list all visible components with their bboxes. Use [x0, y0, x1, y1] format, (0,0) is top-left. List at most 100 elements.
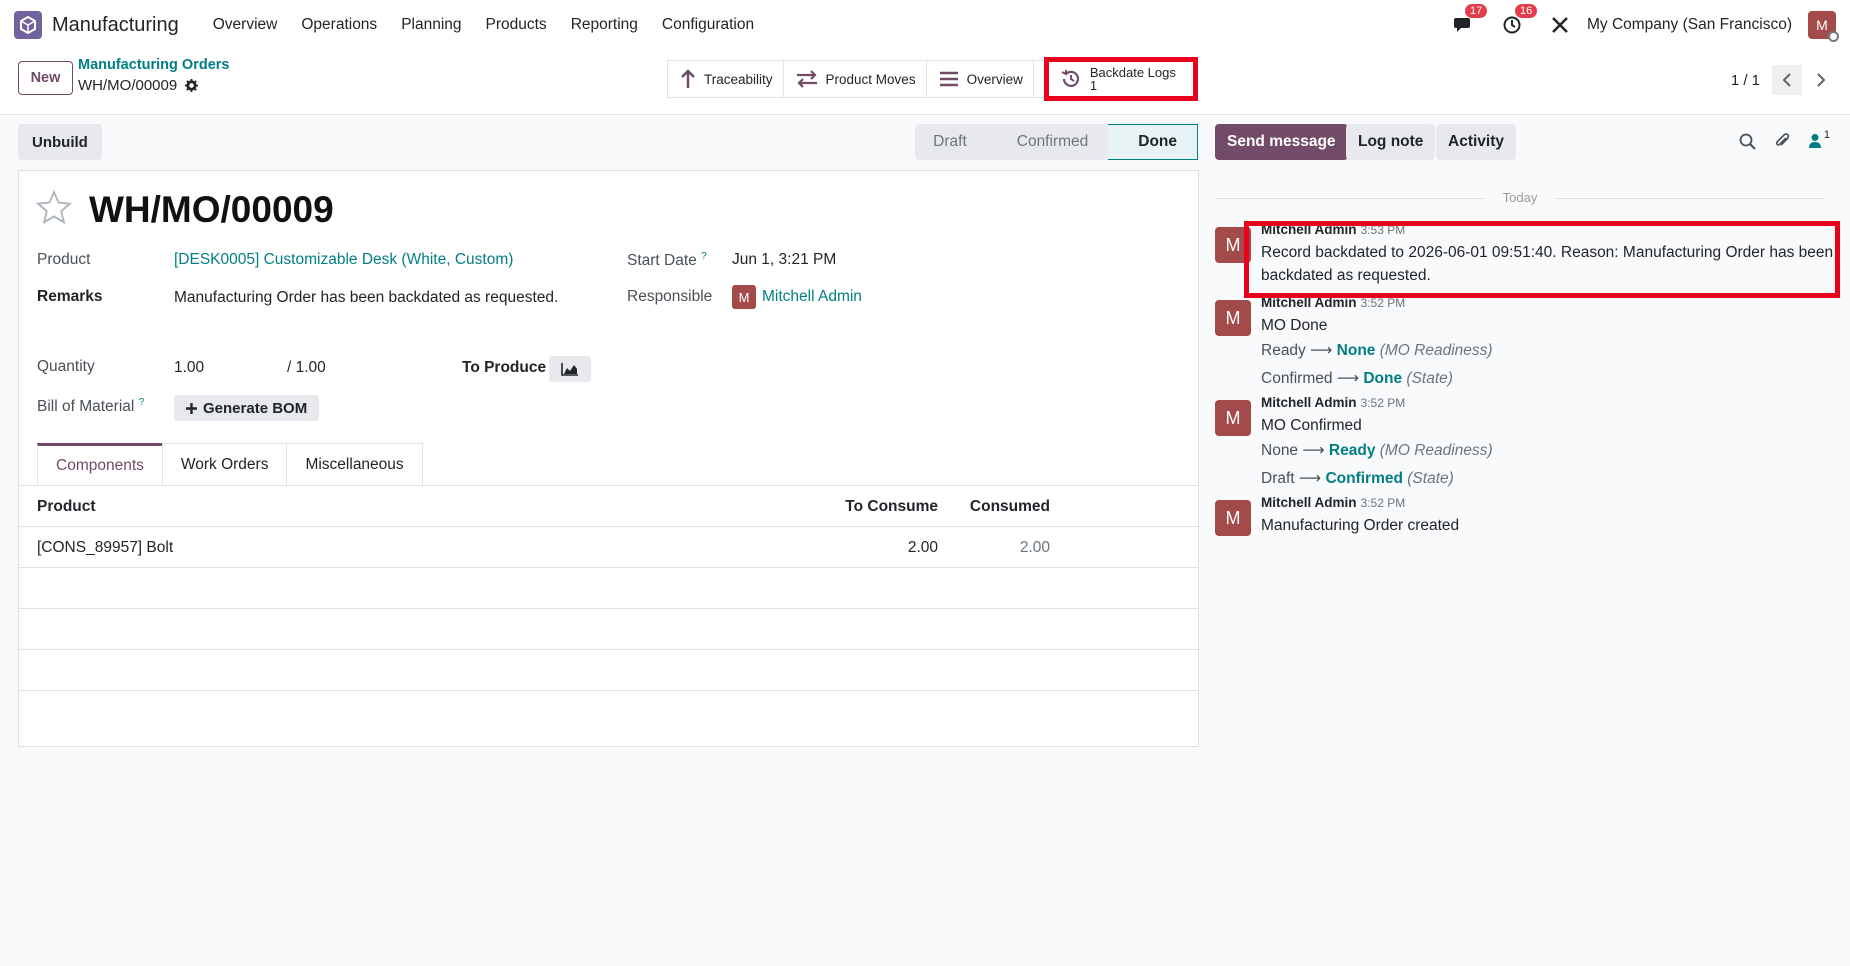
responsible-name[interactable]: Mitchell Admin — [762, 288, 862, 305]
message-time: 3:52 PM — [1360, 396, 1406, 410]
responsible-field[interactable]: M Mitchell Admin — [732, 285, 862, 309]
backdate-logs-label: Backdate Logs — [1089, 65, 1176, 80]
breadcrumb-current-record: WH/MO/00009 — [78, 77, 199, 94]
activities-badge: 16 — [1514, 4, 1538, 18]
message-text: MO Confirmed — [1261, 417, 1362, 434]
table-row-empty — [19, 609, 1198, 650]
menu-operations[interactable]: Operations — [301, 16, 377, 34]
debug-tools-icon[interactable] — [1551, 16, 1569, 34]
remarks-field[interactable]: Manufacturing Order has been backdated a… — [174, 289, 558, 307]
arrow-right-icon: ⟶ — [1302, 442, 1325, 459]
backdate-logs-button[interactable]: Backdate Logs 1 — [1043, 57, 1198, 101]
search-icon[interactable] — [1739, 133, 1756, 150]
pager-next-button[interactable] — [1806, 65, 1836, 95]
star-icon[interactable] — [35, 189, 73, 227]
plus-icon — [186, 402, 197, 414]
record-name: WH/MO/00009 — [78, 77, 178, 94]
overview-label: Overview — [966, 71, 1023, 87]
column-product[interactable]: Product — [37, 498, 96, 516]
breadcrumb-manufacturing-orders[interactable]: Manufacturing Orders — [78, 57, 229, 73]
form-sheet: WH/MO/00009 Product [DESK0005] Customiza… — [18, 170, 1199, 747]
author-avatar[interactable]: M — [1215, 400, 1251, 436]
column-consumed[interactable]: Consumed — [970, 498, 1050, 516]
menu-reporting[interactable]: Reporting — [571, 16, 638, 34]
tracking-field: (MO Readiness) — [1379, 342, 1493, 359]
row-product: [CONS_89957] Bolt — [37, 539, 174, 556]
message-time: 3:52 PM — [1360, 296, 1406, 310]
tracking-value: Draft ⟶ Confirmed (State) — [1261, 465, 1841, 493]
new-button[interactable]: New — [18, 61, 73, 95]
gear-icon[interactable] — [185, 79, 199, 92]
manufacturing-app-icon[interactable] — [14, 11, 42, 39]
menu-planning[interactable]: Planning — [401, 16, 461, 34]
clock-icon — [1503, 16, 1521, 34]
arrow-up-icon — [681, 69, 695, 88]
pager: 1 / 1 — [1731, 65, 1836, 95]
quantity-field[interactable]: 1.00 — [174, 359, 204, 377]
tracking-new-value: None — [1336, 342, 1376, 359]
quantity-total: / 1.00 — [287, 359, 326, 376]
paperclip-icon[interactable] — [1774, 132, 1790, 150]
author-name[interactable]: Mitchell Admin — [1261, 495, 1357, 510]
author-avatar[interactable]: M — [1215, 500, 1251, 536]
app-name[interactable]: Manufacturing — [52, 14, 179, 37]
messages-button[interactable]: 17 — [1453, 4, 1488, 34]
unbuild-button[interactable]: Unbuild — [18, 124, 102, 160]
stage-done[interactable]: Done — [1108, 124, 1198, 160]
user-avatar[interactable]: M — [1808, 11, 1839, 42]
arrow-right-icon: ⟶ — [1298, 470, 1322, 487]
generate-bom-button[interactable]: Generate BOM — [174, 395, 320, 421]
table-row[interactable]: [CONS_89957] Bolt 2.00 2.00 — [19, 527, 1198, 568]
tab-work-orders[interactable]: Work Orders — [161, 443, 288, 485]
record-title: WH/MO/00009 — [89, 189, 334, 230]
message-author: Mitchell Admin 3:52 PM — [1261, 395, 1405, 410]
bom-help-icon[interactable]: ? — [139, 397, 145, 408]
tab-miscellaneous[interactable]: Miscellaneous — [286, 443, 423, 485]
stage-draft[interactable]: Draft — [915, 124, 987, 160]
chatter-toolbar-icons: 1 — [1739, 129, 1830, 150]
start-date-field[interactable]: Jun 1, 3:21 PM — [732, 251, 836, 269]
log-note-button[interactable]: Log note — [1346, 124, 1436, 160]
pager-previous-button[interactable] — [1772, 65, 1802, 95]
author-name[interactable]: Mitchell Admin — [1261, 395, 1357, 410]
activities-button[interactable]: 16 — [1503, 4, 1538, 34]
message-body: MO Done Ready ⟶ None (MO Readiness) Conf… — [1261, 314, 1841, 393]
traceability-button[interactable]: Traceability — [668, 61, 784, 97]
menu-configuration[interactable]: Configuration — [662, 16, 754, 34]
smart-buttons: Traceability Product Moves Overview Back… — [667, 57, 1198, 101]
row-to-consume: 2.00 — [907, 539, 938, 556]
exchange-icon — [796, 70, 817, 88]
pager-value[interactable]: 1 / 1 — [1731, 72, 1760, 89]
followers-button[interactable]: 1 — [1808, 129, 1830, 149]
user-initial: M — [1816, 17, 1828, 33]
product-moves-button[interactable]: Product Moves — [784, 61, 927, 97]
tracking-new-value: Ready — [1328, 442, 1376, 459]
arrow-right-icon: ⟶ — [1336, 370, 1360, 387]
backdate-logs-count: 1 — [1089, 78, 1098, 93]
activity-button[interactable]: Activity — [1436, 124, 1516, 160]
control-panel: New Manufacturing Orders WH/MO/00009 Tra… — [0, 50, 1850, 115]
table-row-empty — [19, 650, 1198, 691]
column-to-consume[interactable]: To Consume — [845, 498, 938, 516]
generate-bom-label: Generate BOM — [203, 399, 308, 417]
company-switcher[interactable]: My Company (San Francisco) — [1587, 16, 1792, 34]
menu-products[interactable]: Products — [486, 16, 547, 34]
send-message-button[interactable]: Send message — [1215, 124, 1348, 160]
date-separator: Today — [1215, 190, 1825, 205]
start-date-help-icon[interactable]: ? — [701, 251, 707, 262]
forecast-chart-button[interactable] — [549, 356, 591, 382]
responsible-label: Responsible — [627, 288, 713, 305]
table-row-empty — [19, 568, 1198, 609]
menu-overview[interactable]: Overview — [213, 16, 278, 34]
author-avatar[interactable]: M — [1215, 300, 1251, 336]
quantity-label: Quantity — [37, 358, 95, 375]
tab-components[interactable]: Components — [37, 443, 163, 486]
stage-confirmed[interactable]: Confirmed — [986, 124, 1109, 160]
history-icon — [1061, 70, 1079, 87]
overview-button[interactable]: Overview — [927, 61, 1034, 97]
product-field[interactable]: [DESK0005] Customizable Desk (White, Cus… — [174, 251, 513, 269]
message-body: Manufacturing Order created — [1261, 517, 1460, 534]
tracking-old-value: Ready — [1261, 342, 1306, 359]
tracking-old-value: Confirmed — [1261, 370, 1333, 387]
bom-label: Bill of Material ? — [37, 397, 144, 416]
